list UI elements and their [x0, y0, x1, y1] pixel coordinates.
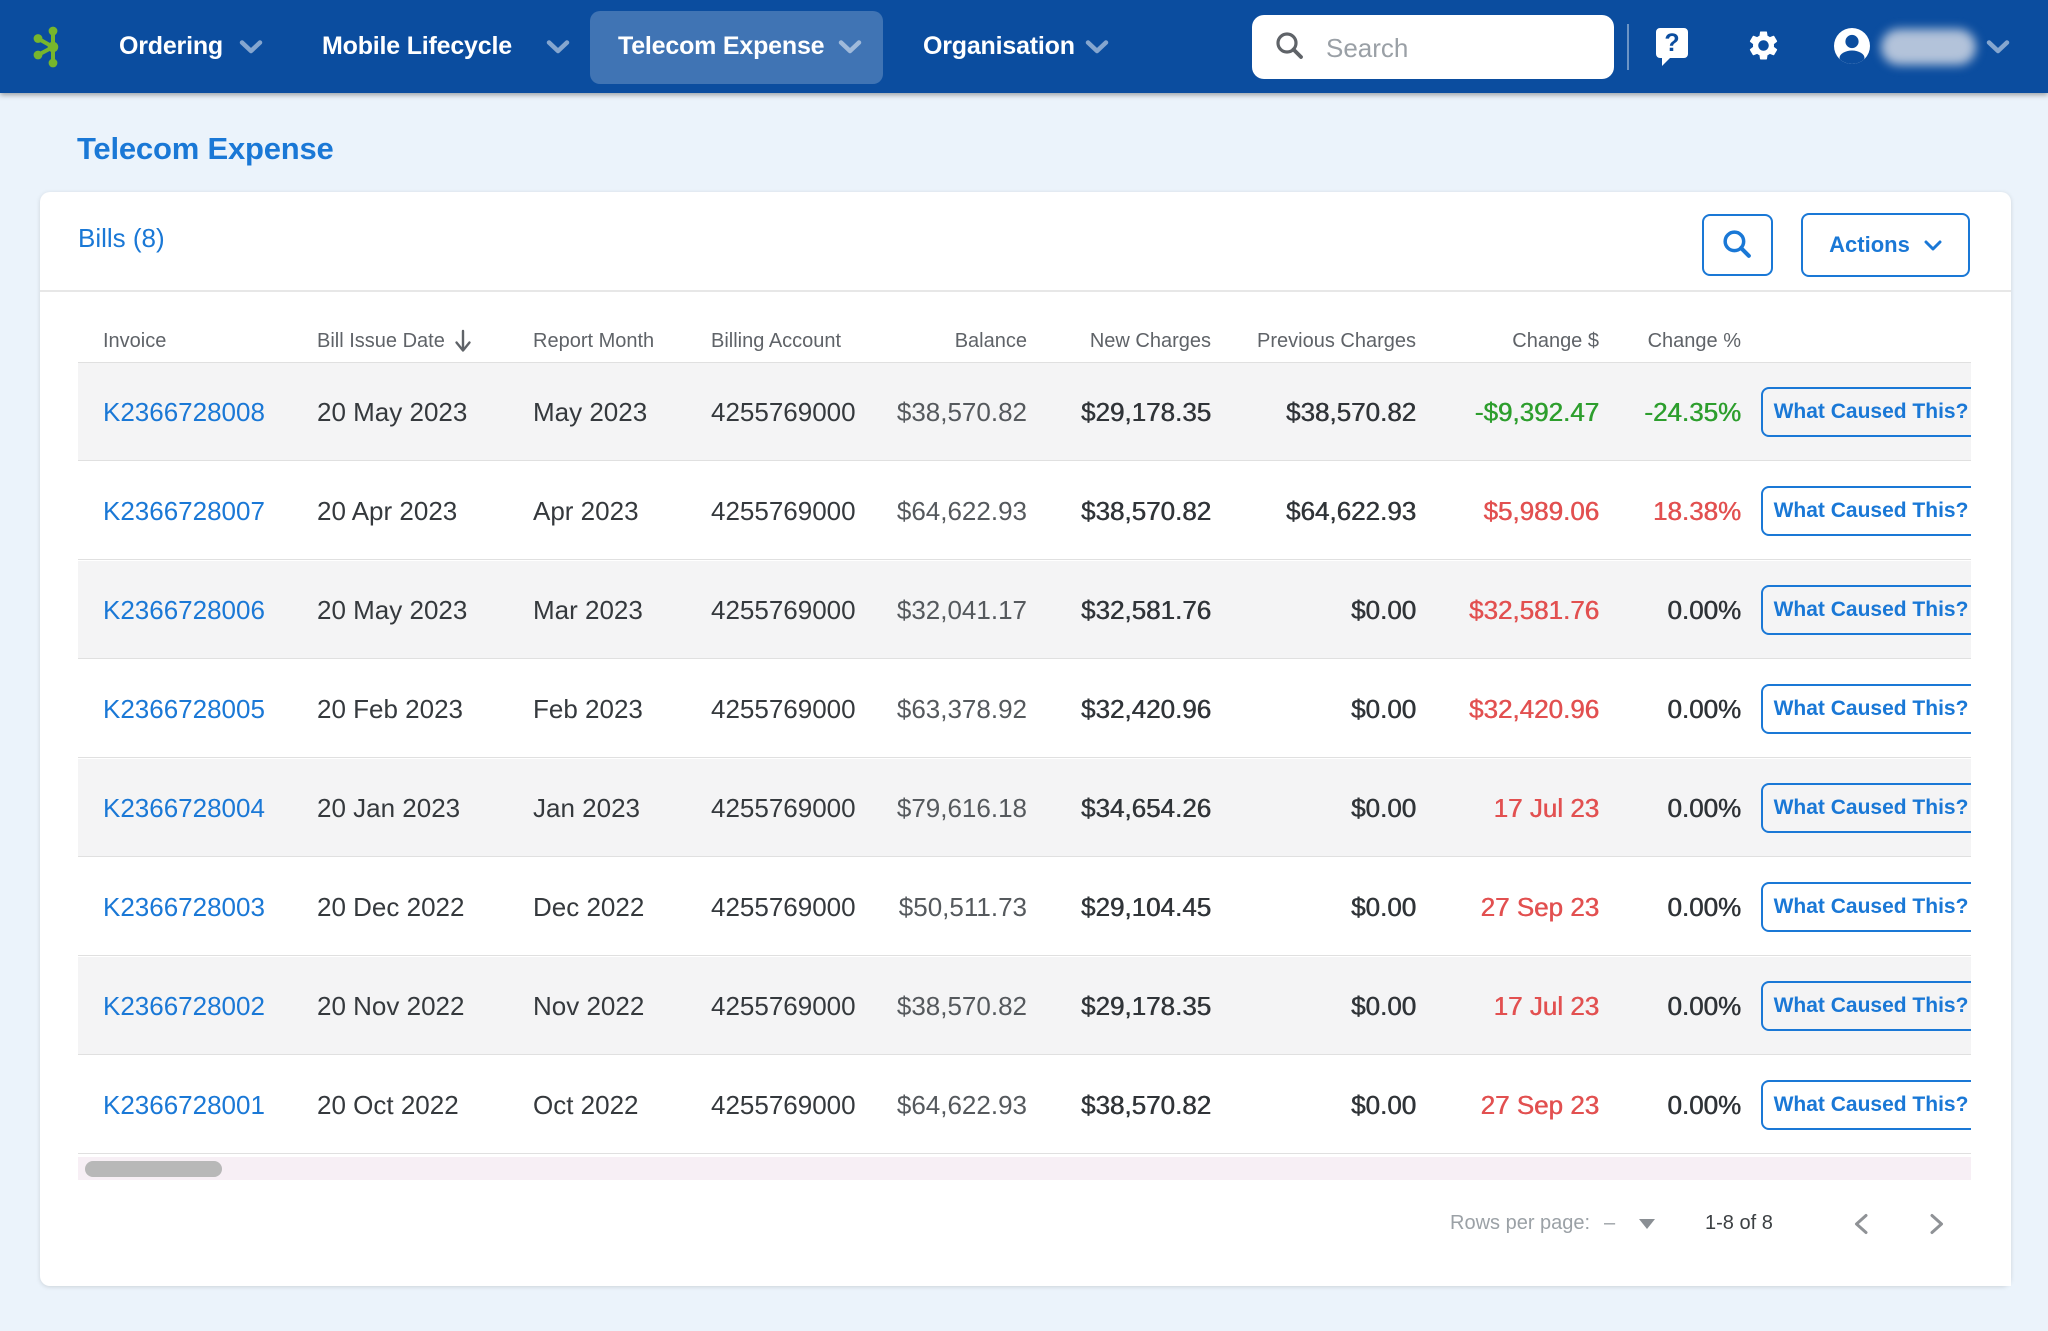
svg-text:?: ? — [1664, 29, 1679, 57]
